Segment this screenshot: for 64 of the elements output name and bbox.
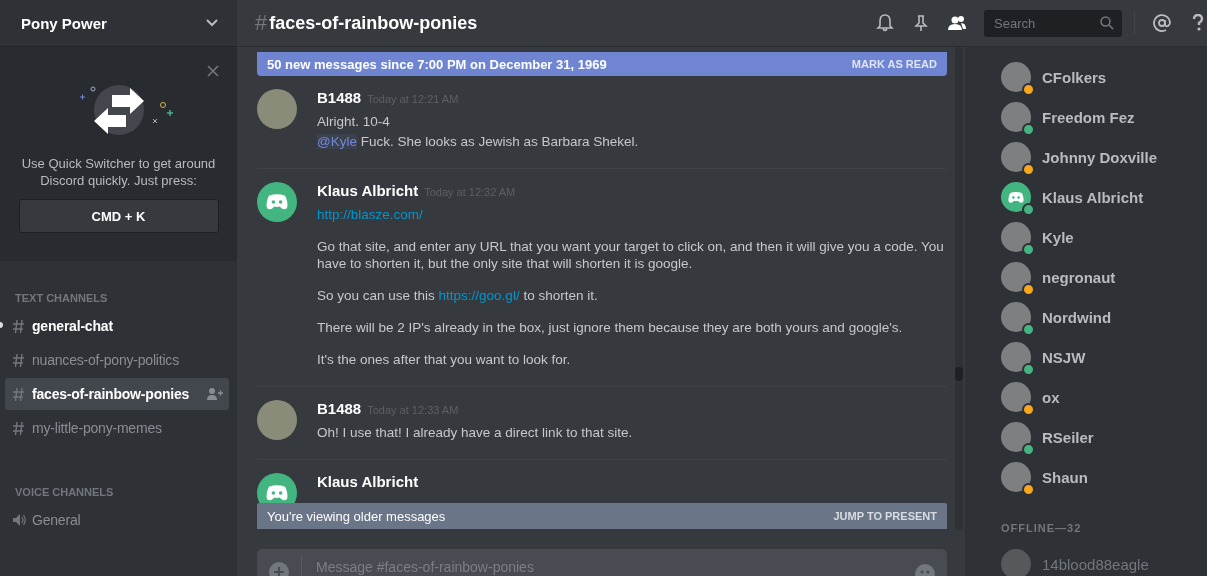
member-item[interactable]: negronaut: [1001, 257, 1207, 297]
message-text: It's the ones after that you want to look for.: [317, 351, 572, 368]
author-name[interactable]: B1488: [317, 400, 362, 417]
member-item[interactable]: RSeiler: [1001, 417, 1207, 457]
channel-item[interactable]: general-chat: [5, 310, 229, 342]
channel-item[interactable]: nuances-of-pony-politics: [5, 344, 229, 376]
member-item[interactable]: Klaus Albricht: [1001, 177, 1207, 217]
pin-icon[interactable]: [912, 14, 930, 32]
link[interactable]: http://blasze.com/: [317, 206, 423, 223]
message-text: There will be 2 IP's already in the box, just ignore them because they are both yours and google's.: [317, 319, 904, 336]
scrollbar-track[interactable]: [955, 47, 963, 530]
quick-switcher-hint: Use Quick Switcher to get around Discord quickly. Just press:: [20, 155, 217, 189]
member-item[interactable]: Nordwind: [1001, 297, 1207, 337]
author-name[interactable]: B1488: [317, 89, 362, 106]
older-messages-text: You're viewing older messages: [267, 508, 446, 524]
search-icon: [1100, 16, 1114, 30]
channel-hash: #: [255, 10, 268, 36]
server-name: Pony Power: [21, 14, 107, 32]
member-item[interactable]: Freedom Fez: [1001, 97, 1207, 137]
close-icon[interactable]: [207, 65, 219, 77]
mention-icon[interactable]: [1153, 14, 1171, 32]
avatar-placeholder[interactable]: [257, 400, 297, 440]
author-name[interactable]: Klaus Albricht: [317, 473, 419, 490]
message-text: So you can use this https://goo.gl/ to shorten it.: [317, 287, 599, 304]
channel-title: faces-of-rainbow-ponies: [269, 12, 478, 34]
new-messages-text: 50 new messages since 7:00 PM on December 31, 1969: [267, 56, 607, 72]
hash-icon: [13, 421, 24, 435]
channel-item[interactable]: faces-of-rainbow-ponies: [5, 378, 229, 410]
bell-icon[interactable]: [876, 14, 894, 32]
hash-icon: [13, 319, 24, 333]
add-user-icon[interactable]: [207, 388, 223, 400]
hash-icon: [13, 387, 24, 401]
member-item[interactable]: NSJW: [1001, 337, 1207, 377]
avatar-placeholder[interactable]: [257, 89, 297, 129]
older-messages-banner[interactable]: You're viewing older messages JUMP TO PRESENT: [257, 503, 947, 529]
member-item[interactable]: Shaun: [1001, 457, 1207, 497]
member-item[interactable]: ox: [1001, 377, 1207, 417]
shortcut-button[interactable]: CMD + K: [18, 199, 219, 233]
message-text: Oh! I use that! I already have a direct link to that site.: [317, 424, 633, 441]
scrollbar-thumb[interactable]: [955, 367, 963, 381]
default-avatar[interactable]: [257, 182, 297, 222]
default-avatar[interactable]: [257, 473, 297, 503]
section-heading: OFFLINE—32: [1001, 522, 1083, 534]
voice-channel-item[interactable]: General: [5, 504, 229, 536]
chevron-down-icon[interactable]: [205, 18, 219, 28]
author-name[interactable]: Klaus Albricht: [317, 182, 419, 199]
search-input[interactable]: Search: [992, 14, 1096, 32]
controller-icon: [265, 484, 289, 502]
member-item[interactable]: Johnny Doxville: [1001, 137, 1207, 177]
members-icon[interactable]: [948, 14, 966, 32]
channel-item[interactable]: my-little-pony-memes: [5, 412, 229, 444]
new-messages-banner[interactable]: 50 new messages since 7:00 PM on December 31, 1969 MARK AS READ: [257, 52, 947, 76]
message-text: Go that site, and enter any URL that you want your target to click on, and then it will give you a code. You have to shorten it, but the only site that will shorten it is google.: [317, 238, 945, 272]
search-field[interactable]: Search: [984, 9, 1122, 37]
member-item[interactable]: Kyle: [1001, 217, 1207, 257]
hash-icon: [13, 353, 24, 367]
controller-icon: [265, 193, 289, 211]
link[interactable]: https://goo.gl/: [438, 288, 520, 303]
member-item[interactable]: CFolkers: [1001, 57, 1207, 97]
message-text: @Kyle Fuck. She looks as Jewish as Barbara Shekel.: [317, 133, 639, 150]
avatar-placeholder: [1001, 549, 1031, 576]
message-text: Alright. 10-4: [317, 113, 391, 130]
controller-icon: [1007, 190, 1025, 204]
speaker-icon: [13, 514, 26, 526]
